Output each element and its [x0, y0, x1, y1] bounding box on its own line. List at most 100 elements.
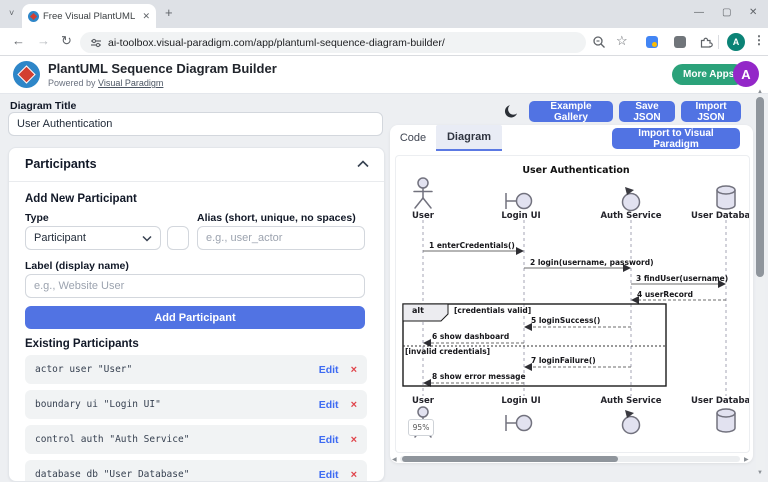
delete-icon[interactable]: ×	[351, 399, 357, 411]
diagram-title-input[interactable]	[8, 112, 383, 136]
vscroll-up-arrow[interactable]: ▲	[757, 89, 763, 95]
small-input-box[interactable]	[167, 226, 189, 250]
extension-colored-icon[interactable]	[646, 36, 658, 48]
add-new-heading: Add New Participant	[25, 193, 137, 205]
browser-tab[interactable]: Free Visual PlantUML Sequence ✕	[22, 4, 156, 28]
visual-paradigm-logo	[13, 61, 40, 88]
site-favicon-icon	[28, 11, 39, 22]
alt-condition-invalid: [invalid credentials]	[405, 347, 490, 356]
site-settings-icon[interactable]	[90, 37, 102, 49]
message-label: 8 show error message	[432, 372, 526, 381]
tab-close-icon[interactable]: ✕	[142, 11, 150, 22]
tab-title: Free Visual PlantUML Sequence	[43, 11, 138, 22]
url-bar[interactable]: ai-toolbox.visual-paradigm.com/app/plant…	[80, 32, 586, 53]
sequence-diagram-canvas[interactable]: User Authentication	[395, 155, 750, 453]
vscroll-thumb[interactable]	[756, 97, 764, 277]
type-select[interactable]: Participant	[25, 226, 161, 250]
example-gallery-button[interactable]: Example Gallery	[529, 101, 613, 122]
bookmark-star-icon[interactable]: ☆	[616, 33, 628, 49]
back-icon[interactable]: ←	[12, 33, 25, 48]
actor-icon	[411, 177, 435, 211]
edit-link[interactable]: Edit	[319, 434, 339, 446]
database-icon	[715, 184, 737, 211]
toolbar-divider	[718, 35, 719, 49]
participant-row: database db "User Database" Edit ×	[25, 460, 367, 482]
message-label: 7 loginFailure()	[531, 356, 596, 365]
vscroll-track[interactable]	[756, 96, 765, 470]
display-name-input[interactable]	[25, 274, 365, 298]
browser-menu-kebab-icon[interactable]: ⋮	[753, 33, 765, 47]
participant-label: User Database	[691, 396, 750, 406]
hscroll-left-arrow[interactable]: ◀	[392, 456, 397, 463]
dark-mode-moon-icon[interactable]	[503, 103, 520, 120]
extensions-puzzle-icon[interactable]	[699, 35, 713, 49]
delete-icon[interactable]: ×	[351, 364, 357, 376]
hscroll-track[interactable]	[400, 456, 740, 462]
alt-condition-valid: [credentials valid]	[454, 306, 531, 315]
message-label: 4 userRecord	[637, 290, 693, 299]
hscroll-right-arrow[interactable]: ▶	[744, 456, 749, 463]
boundary-icon	[503, 190, 533, 212]
participant-code: boundary ui "Login UI"	[35, 399, 319, 410]
import-json-button[interactable]: Import JSON	[681, 101, 741, 122]
app-title: PlantUML Sequence Diagram Builder	[48, 61, 277, 76]
diagram-title-label: Diagram Title	[10, 100, 76, 112]
participant-label: User	[403, 396, 443, 406]
import-to-vp-button[interactable]: Import to Visual Paradigm	[612, 128, 740, 149]
participant-label: User	[403, 211, 443, 221]
zoom-level-badge: 95%	[408, 419, 434, 436]
participant-label: Auth Service	[596, 396, 666, 406]
sequence-diagram-lines	[396, 156, 749, 452]
add-participant-button[interactable]: Add Participant	[25, 306, 365, 329]
control-icon	[620, 409, 642, 435]
participant-code: control auth "Auth Service"	[35, 434, 319, 445]
window-maximize-icon[interactable]: ▢	[722, 7, 731, 18]
tab-code[interactable]: Code	[390, 125, 436, 151]
zoom-icon[interactable]	[592, 35, 606, 49]
powered-by: Powered by Visual Paradigm	[48, 78, 163, 88]
visual-paradigm-link[interactable]: Visual Paradigm	[98, 78, 163, 88]
delete-icon[interactable]: ×	[351, 469, 357, 481]
forward-icon[interactable]: →	[37, 33, 50, 48]
delete-icon[interactable]: ×	[351, 434, 357, 446]
alias-input[interactable]	[197, 226, 365, 250]
participant-row: control auth "Auth Service" Edit ×	[25, 425, 367, 454]
participants-card-header[interactable]: Participants	[9, 148, 384, 182]
edit-link[interactable]: Edit	[319, 469, 339, 481]
extension-gray-icon[interactable]	[674, 36, 686, 48]
existing-participants-heading: Existing Participants	[25, 338, 139, 350]
select-chevron-down-icon	[142, 235, 152, 242]
participant-label: Auth Service	[596, 211, 666, 221]
message-label: 3 findUser(username)	[636, 274, 728, 283]
tab-diagram[interactable]: Diagram	[436, 125, 502, 151]
url-text: ai-toolbox.visual-paradigm.com/app/plant…	[108, 37, 445, 49]
diagram-title: User Authentication	[466, 165, 686, 176]
window-minimize-icon[interactable]: —	[694, 7, 704, 18]
participant-code: database db "User Database"	[35, 469, 319, 480]
edit-link[interactable]: Edit	[319, 399, 339, 411]
message-label: 2 login(username, password)	[530, 258, 654, 267]
type-select-value: Participant	[34, 232, 86, 244]
tab-search-chevron-icon[interactable]: ˅	[9, 8, 14, 18]
diagram-panel: Code Diagram Import to Visual Paradigm	[390, 125, 753, 463]
display-name-label: Label (display name)	[25, 260, 129, 272]
boundary-icon	[503, 412, 533, 434]
database-icon	[715, 407, 737, 434]
participant-label: Login UI	[491, 396, 551, 406]
new-tab-button[interactable]: +	[165, 5, 173, 20]
browser-profile-avatar[interactable]: A	[727, 33, 745, 51]
hscroll-thumb[interactable]	[402, 456, 618, 462]
reload-icon[interactable]: ↻	[61, 33, 72, 49]
message-label: 5 loginSuccess()	[531, 316, 600, 325]
browser-toolbar: ← → ↻ ai-toolbox.visual-paradigm.com/app…	[0, 28, 768, 56]
window-close-icon[interactable]: ✕	[749, 7, 757, 18]
collapse-chevron-up-icon[interactable]	[357, 160, 369, 168]
vscroll-down-arrow[interactable]: ▼	[757, 470, 763, 476]
save-json-button[interactable]: Save JSON	[619, 101, 675, 122]
participant-code: actor user "User"	[35, 364, 319, 375]
edit-link[interactable]: Edit	[319, 364, 339, 376]
message-label: 1 enterCredentials()	[429, 241, 515, 250]
user-avatar[interactable]: A	[733, 61, 759, 87]
alt-keyword: alt	[412, 306, 424, 315]
participant-row: boundary ui "Login UI" Edit ×	[25, 390, 367, 419]
